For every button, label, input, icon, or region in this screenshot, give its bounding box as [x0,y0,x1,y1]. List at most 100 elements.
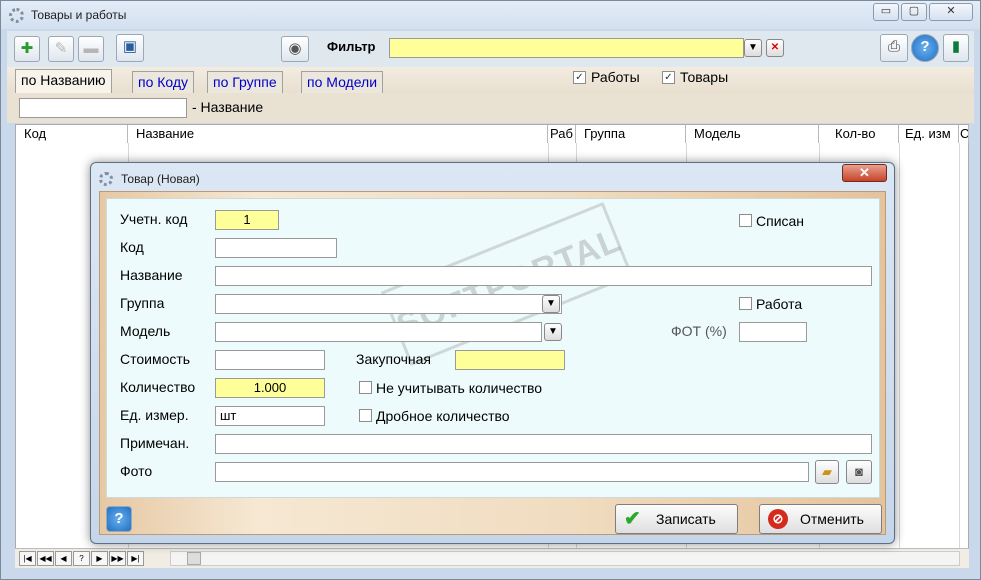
goods-label: Товары [680,69,729,85]
written-off-label: Списан [756,213,805,229]
prev-record-button[interactable]: ◀ [55,551,72,566]
chevron-down-icon[interactable]: ▼ [542,295,560,313]
col-header-unit[interactable]: Ед. изм [899,125,959,143]
unit-label: Ед. измер. [120,407,189,423]
col-header-work[interactable]: Раб [548,125,576,143]
cancel-button-label: Отменить [800,511,864,527]
tab-by-model[interactable]: по Модели [301,71,384,93]
group-label: Группа [120,295,165,311]
search-bar: - Название [7,93,974,123]
ignore-qty-checkbox[interactable] [359,381,372,394]
last-record-button[interactable]: ▶| [127,551,144,566]
cancel-button[interactable]: ⊘ Отменить [759,504,882,534]
photo-label: Фото [120,463,153,479]
model-label: Модель [120,323,171,339]
exit-icon[interactable]: ▮ [943,34,969,62]
dialog-frame: SOFTPORTAL Учетн. код 1 Списан Код Назва… [99,191,886,535]
works-label: Работы [591,69,640,85]
unit-field[interactable]: шт [215,406,325,426]
qty-label: Количество [120,379,196,395]
works-checkbox[interactable]: ✓ [573,71,586,84]
titlebar: Товары и работы ▭ ▢ ✕ [1,1,980,29]
window-title: Товары и работы [31,8,127,22]
search-record-button[interactable]: ? [73,551,90,566]
camera-icon[interactable]: ◙ [846,460,872,484]
ignore-qty-label: Не учитывать количество [376,380,543,396]
dialog-title: Товар (Новая) [121,172,200,186]
tabs-bar: по Названию по Коду по Группе по Модели … [7,67,974,93]
chevron-down-icon[interactable]: ▼ [544,323,562,341]
cost-field[interactable] [215,350,325,370]
binoculars-icon[interactable]: ◉ [281,36,309,62]
grid-line [959,143,960,551]
search-label: - Название [192,99,264,115]
code-label: Код [120,239,144,255]
note-label: Примечан. [120,435,190,451]
toolbar: ✚ ✎ ▬ ▣ ◉ Фильтр ▼ ✕ ⎙ ? ▮ [7,31,974,67]
item-dialog: Товар (Новая) ✕ SOFTPORTAL Учетн. код 1 … [90,162,895,544]
help-icon[interactable]: ? [911,34,939,62]
grid-line [899,143,900,551]
col-header-code[interactable]: Код [16,125,128,143]
clear-filter-icon[interactable]: ✕ [766,39,784,57]
col-header-extra[interactable]: С [959,125,969,143]
name-label: Название [120,267,183,283]
dialog-form: SOFTPORTAL Учетн. код 1 Списан Код Назва… [106,198,880,498]
photo-field[interactable] [215,462,809,482]
window-icon[interactable]: ▣ [116,34,144,62]
fot-label: ФОТ (%) [671,323,727,339]
edit-icon[interactable]: ✎ [48,36,74,62]
close-button[interactable]: ✕ [929,3,973,21]
maximize-button[interactable]: ▢ [901,3,927,21]
prev-page-button[interactable]: ◀◀ [37,551,54,566]
acc-code-label: Учетн. код [120,211,188,227]
cost-label: Стоимость [120,351,191,367]
tab-by-group[interactable]: по Группе [207,71,283,93]
minimize-button[interactable]: ▭ [873,3,899,21]
written-off-checkbox[interactable] [739,214,752,227]
scrollbar-thumb[interactable] [187,552,201,565]
print-icon[interactable]: ⎙ [880,34,908,62]
cancel-icon: ⊘ [768,509,788,529]
tab-by-name[interactable]: по Названию [15,69,112,93]
qty-field[interactable]: 1.000 [215,378,325,398]
purchase-field[interactable] [455,350,565,370]
first-record-button[interactable]: |◀ [19,551,36,566]
col-header-qty[interactable]: Кол-во [819,125,899,143]
col-header-name[interactable]: Название [128,125,548,143]
group-select[interactable] [215,294,562,314]
save-button-label: Записать [656,511,716,527]
dialog-help-icon[interactable]: ? [106,506,132,532]
filter-label: Фильтр [327,39,376,54]
fraction-qty-label: Дробное количество [376,408,510,424]
navigation-bar: |◀ ◀◀ ◀ ? ▶ ▶▶ ▶| [15,548,969,568]
model-select[interactable] [215,322,542,342]
chevron-down-icon[interactable]: ▼ [744,39,762,57]
check-icon: ✔ [624,508,641,530]
work-label: Работа [756,296,803,312]
add-icon[interactable]: ✚ [14,36,40,62]
work-checkbox[interactable] [739,297,752,310]
horizontal-scrollbar[interactable] [170,551,960,566]
dialog-close-button[interactable]: ✕ [842,164,887,182]
name-field[interactable] [215,266,872,286]
acc-code-field[interactable]: 1 [215,210,279,230]
next-record-button[interactable]: ▶ [91,551,108,566]
fraction-qty-checkbox[interactable] [359,409,372,422]
note-field[interactable] [215,434,872,454]
purchase-label: Закупочная [356,351,431,367]
fot-field[interactable] [739,322,807,342]
filter-input[interactable] [389,38,744,58]
gear-icon [99,172,113,186]
code-field[interactable] [215,238,337,258]
next-page-button[interactable]: ▶▶ [109,551,126,566]
save-button[interactable]: ✔ Записать [615,504,738,534]
delete-icon[interactable]: ▬ [78,36,104,62]
folder-icon[interactable]: ▰ [815,460,839,484]
gear-icon [9,8,24,23]
goods-checkbox[interactable]: ✓ [662,71,675,84]
search-input[interactable] [19,98,187,118]
col-header-group[interactable]: Группа [576,125,686,143]
tab-by-code[interactable]: по Коду [132,71,195,93]
col-header-model[interactable]: Модель [686,125,819,143]
